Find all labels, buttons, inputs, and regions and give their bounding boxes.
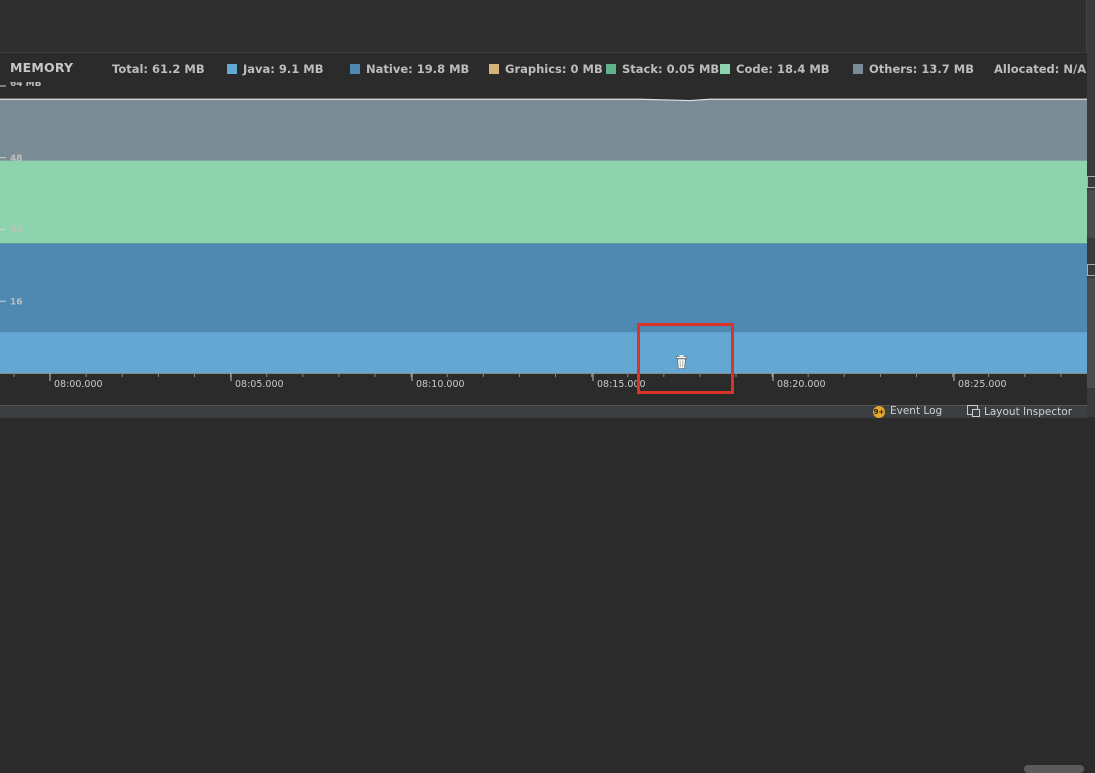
legend-native-label: Native: 19.8 MB: [366, 62, 469, 76]
y-tick-label: 32: [10, 226, 23, 236]
stack-swatch: [606, 64, 616, 74]
legend-code-label: Code: 18.4 MB: [736, 62, 830, 76]
trash-icon[interactable]: [676, 355, 687, 369]
device-file-explorer-icon[interactable]: [1087, 264, 1095, 276]
code-swatch: [720, 64, 730, 74]
x-tick-label: 08:05.000: [235, 379, 284, 390]
toolbar-area: [0, 0, 1087, 53]
legend-code: Code: 18.4 MB: [720, 62, 830, 76]
chart-areas: [0, 82, 1087, 373]
x-tick-label: 08:00.000: [54, 379, 103, 390]
x-tick-label: 08:25.000: [958, 379, 1007, 390]
layout-inspector-button[interactable]: Layout Inspector: [967, 405, 1072, 418]
graphics-swatch: [489, 64, 499, 74]
legend-java: Java: 9.1 MB: [227, 62, 323, 76]
legend-graphics: Graphics: 0 MB: [489, 62, 603, 76]
event-log-label: Event Log: [890, 405, 942, 417]
total-memory: Total: 61.2 MB: [112, 62, 205, 76]
y-tick-label: 64 MB: [10, 82, 42, 89]
event-log-icon: 9+: [873, 406, 885, 418]
horizontal-scrollbar[interactable]: [1024, 765, 1084, 773]
allocated-memory: Allocated: N/A: [994, 62, 1086, 76]
y-tick-label: 16: [10, 297, 23, 307]
others-swatch: [853, 64, 863, 74]
memory-chart[interactable]: 64 MB 48 32 16: [0, 82, 1087, 373]
legend-stack-label: Stack: 0.05 MB: [622, 62, 719, 76]
time-axis[interactable]: 08:00.00008:05.00008:10.00008:15.00008:2…: [0, 373, 1087, 405]
layout-inspector-icon: [967, 405, 978, 415]
layout-inspector-label: Layout Inspector: [984, 406, 1072, 418]
device-file-explorer-tab[interactable]: [1087, 278, 1095, 388]
status-bar: 9+ Event Log Layout Inspector: [0, 405, 1087, 418]
legend-others: Others: 13.7 MB: [853, 62, 974, 76]
memory-legend: MEMORY Total: 61.2 MB Java: 9.1 MB Nativ…: [0, 53, 1087, 83]
time-axis-ticks: 08:00.00008:05.00008:10.00008:15.00008:2…: [0, 373, 1087, 405]
legend-others-label: Others: 13.7 MB: [869, 62, 974, 76]
native-swatch: [350, 64, 360, 74]
y-tick-label: 48: [10, 154, 23, 164]
x-tick-label: 08:20.000: [777, 379, 826, 390]
legend-graphics-label: Graphics: 0 MB: [505, 62, 603, 76]
right-tool-strip: [1087, 0, 1095, 417]
legend-native: Native: 19.8 MB: [350, 62, 469, 76]
legend-java-label: Java: 9.1 MB: [243, 62, 323, 76]
x-tick-label: 08:10.000: [416, 379, 465, 390]
event-log-button[interactable]: 9+ Event Log: [873, 405, 942, 418]
legend-stack: Stack: 0.05 MB: [606, 62, 719, 76]
area-java: [0, 332, 1087, 373]
emulator-icon[interactable]: [1087, 176, 1095, 188]
java-swatch: [227, 64, 237, 74]
emulator-tab[interactable]: [1087, 190, 1095, 238]
panel-title: MEMORY: [10, 60, 73, 75]
